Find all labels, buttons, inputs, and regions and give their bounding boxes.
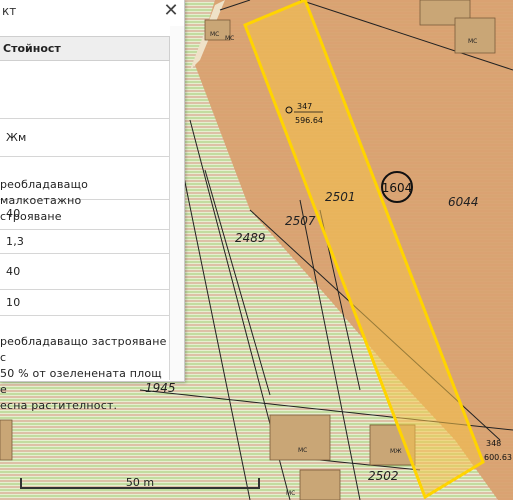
point-label-596: 596.64 bbox=[295, 116, 323, 125]
parcel-label-2501: 2501 bbox=[325, 190, 356, 204]
parcel-label-2507: 2507 bbox=[285, 214, 316, 228]
scale-bar: 50 m bbox=[20, 476, 260, 492]
attr-row: реобладаващо застрояване с 50 % от озеле… bbox=[0, 316, 170, 412]
scale-label: 50 m bbox=[125, 476, 155, 489]
parcel-label-6044: 6044 bbox=[448, 195, 479, 209]
parcel-label-2489: 2489 bbox=[235, 231, 266, 245]
attr-row: 10 bbox=[0, 290, 170, 316]
column-header: Стойност bbox=[0, 36, 170, 61]
attr-row bbox=[0, 61, 170, 119]
attr-row: 1,3 bbox=[0, 230, 170, 254]
attr-row: Жм bbox=[0, 119, 170, 157]
attr-value: реобладаващо застрояване с 50 % от озеле… bbox=[0, 335, 167, 412]
attr-row: реобладаващо малкоетажно строяване bbox=[0, 157, 170, 223]
point-label-347: 347 bbox=[297, 102, 312, 111]
attr-row: 40 bbox=[0, 254, 170, 290]
attr-value: 1,3 bbox=[6, 235, 25, 248]
building-label: МЖ bbox=[390, 448, 402, 455]
building-label: МС bbox=[286, 490, 295, 497]
zone-badge-label: 1604 bbox=[382, 181, 413, 195]
parcel-label-2502: 2502 bbox=[368, 469, 399, 483]
point-label-348: 348 bbox=[486, 439, 501, 448]
panel-title: кт bbox=[2, 4, 17, 18]
building-label: МС bbox=[210, 31, 219, 38]
attr-value: Жм bbox=[6, 131, 27, 144]
close-button[interactable]: ✕ bbox=[162, 0, 180, 22]
building-label: МС bbox=[225, 35, 234, 42]
point-label-600: 600.63 bbox=[484, 453, 512, 462]
attr-value: 40 bbox=[6, 265, 21, 278]
attr-value: 40 bbox=[6, 207, 21, 220]
building-label: МС bbox=[468, 38, 477, 45]
info-panel: кт ✕ Стойност Жм реобладаващо малкоетажн… bbox=[0, 0, 185, 412]
attr-row: 40 bbox=[0, 200, 170, 230]
building-label: МС bbox=[298, 447, 307, 454]
attr-value: 10 bbox=[6, 296, 21, 309]
panel-scrollbar[interactable] bbox=[170, 26, 184, 381]
